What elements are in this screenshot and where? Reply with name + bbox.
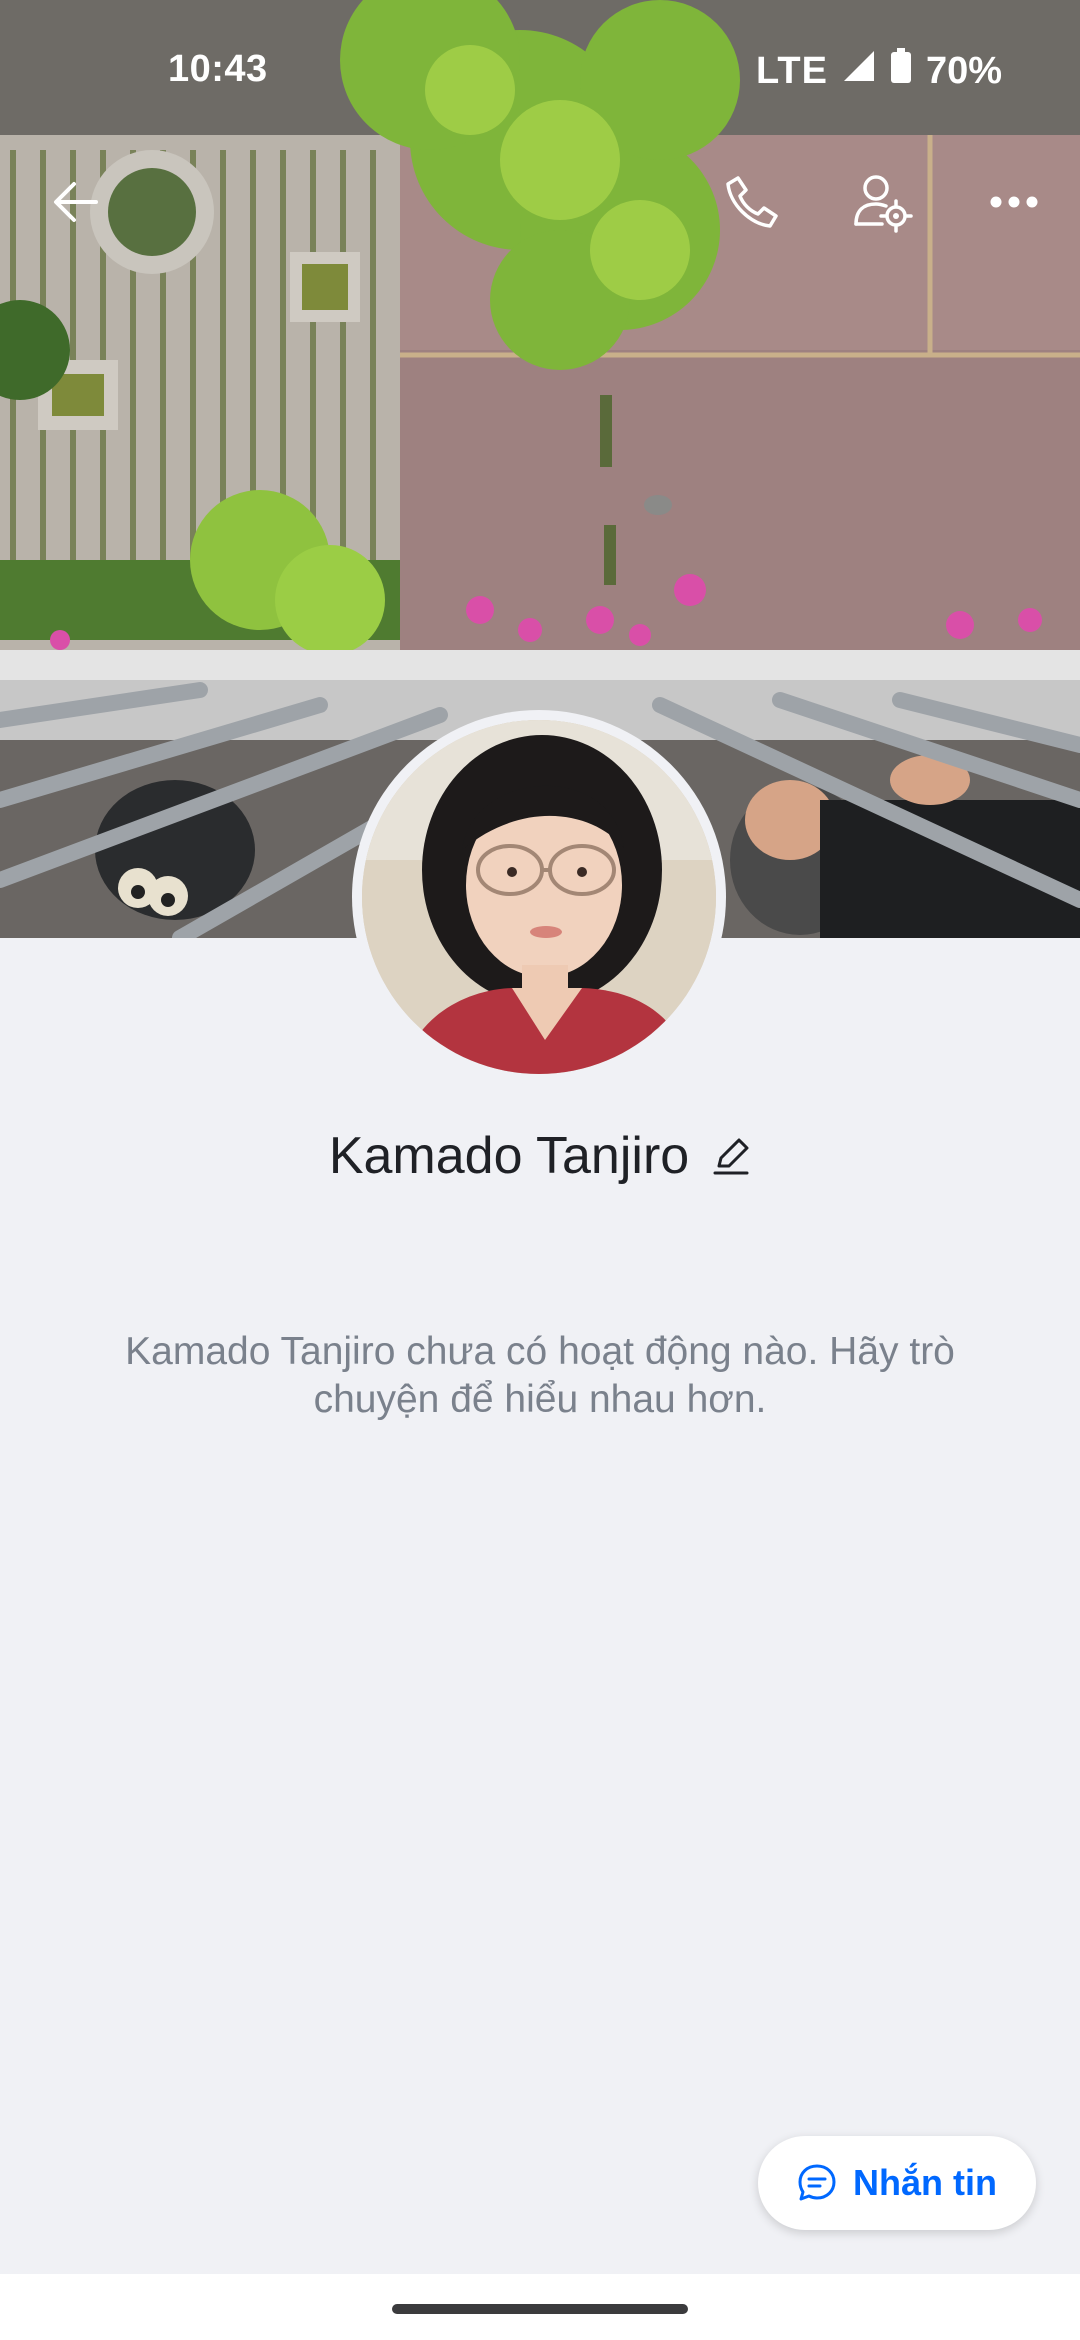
phone-icon (726, 176, 778, 228)
status-bar: 10:43 LTE 70% (0, 0, 1080, 140)
user-settings-button[interactable] (834, 154, 930, 250)
pencil-icon[interactable] (711, 1136, 751, 1176)
more-horizontal-icon (990, 196, 1038, 208)
battery-icon (890, 48, 912, 94)
arrow-left-icon (54, 182, 98, 222)
back-button[interactable] (28, 154, 124, 250)
avatar-image (362, 720, 716, 1074)
more-options-button[interactable] (966, 154, 1062, 250)
empty-activity-message: Kamado Tanjiro chưa có hoạt động nào. Hã… (125, 1330, 955, 1421)
avatar-frame[interactable] (352, 710, 726, 1084)
chat-bubble-icon (798, 2164, 836, 2201)
call-button[interactable] (704, 154, 800, 250)
battery-level: 70% (925, 49, 1002, 92)
status-indicators: LTE 70% (756, 48, 1002, 94)
navigation-bar (0, 2274, 1080, 2340)
status-time: 10:43 (168, 48, 268, 90)
send-message-button[interactable]: Nhắn tin (758, 2136, 1036, 2230)
network-type: LTE (755, 49, 828, 92)
home-indicator[interactable] (392, 2304, 688, 2314)
signal-icon (842, 49, 876, 93)
send-message-label: Nhắn tin (853, 2162, 997, 2203)
profile-name: Kamado Tanjiro (328, 1127, 690, 1185)
avatar[interactable] (362, 720, 716, 1074)
profile-name-row: Kamado Tanjiro (0, 1126, 1080, 1186)
user-settings-icon (854, 175, 913, 233)
